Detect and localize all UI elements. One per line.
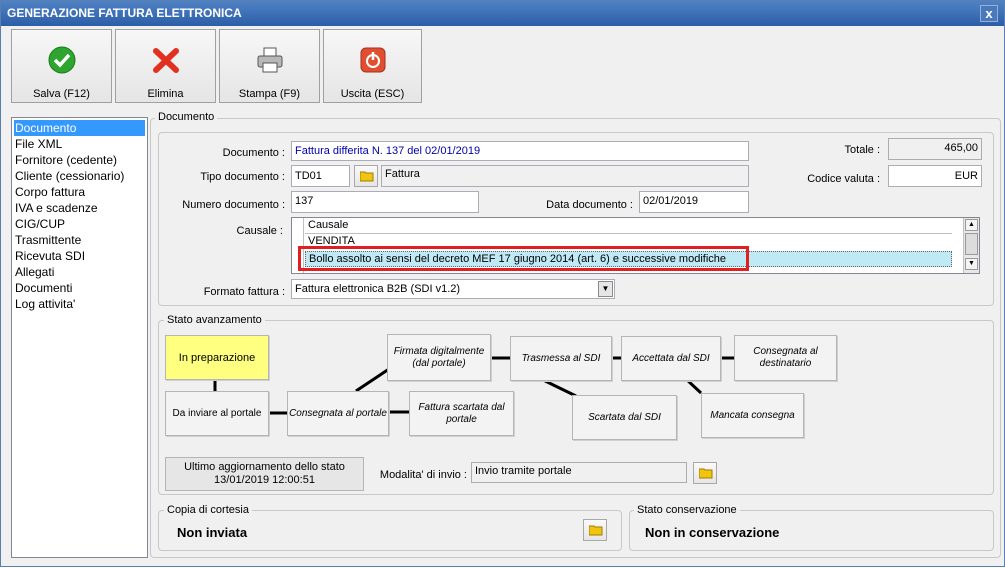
state-consegnata-portale: Consegnata al portale [287,391,389,436]
stato-conservazione-status: Non in conservazione [645,525,780,540]
state-trasmessa-sdi: Trasmessa al SDI [510,336,612,381]
ultimo-aggiornamento-value: 13/01/2019 12:00:51 [214,474,315,486]
modalita-invio-lookup-button[interactable] [693,462,717,484]
copia-cortesia-status: Non inviata [177,525,248,540]
state-da-inviare: Da inviare al portale [165,391,269,436]
folder-icon [699,468,713,479]
modalita-invio-field: Invio tramite portale [471,462,687,483]
state-consegnata-destinatario: Consegnata al destinatario [734,335,837,381]
state-accettata-sdi: Accettata dal SDI [621,336,721,381]
copia-cortesia-button[interactable] [583,519,607,541]
state-firmata-digitalmente: Firmata digitalmente (dal portale) [387,334,491,381]
stato-conservazione-title: Stato conservazione [634,504,740,517]
ultimo-aggiornamento-box: Ultimo aggiornamento dello stato 13/01/2… [165,457,364,491]
ultimo-aggiornamento-label: Ultimo aggiornamento dello stato [184,461,345,473]
folder-icon [589,525,603,536]
state-in-preparazione: In preparazione [165,335,269,380]
modalita-invio-label: Modalita' di invio : [379,469,467,481]
state-mancata-consegna: Mancata consegna [701,393,804,438]
state-scartata-sdi: Scartata dal SDI [572,395,677,440]
main-window: GENERAZIONE FATTURA ELETTRONICA x Salva … [0,0,1005,567]
copia-cortesia-title: Copia di cortesia [164,504,252,517]
state-fattura-scartata: Fattura scartata dal portale [409,391,514,436]
